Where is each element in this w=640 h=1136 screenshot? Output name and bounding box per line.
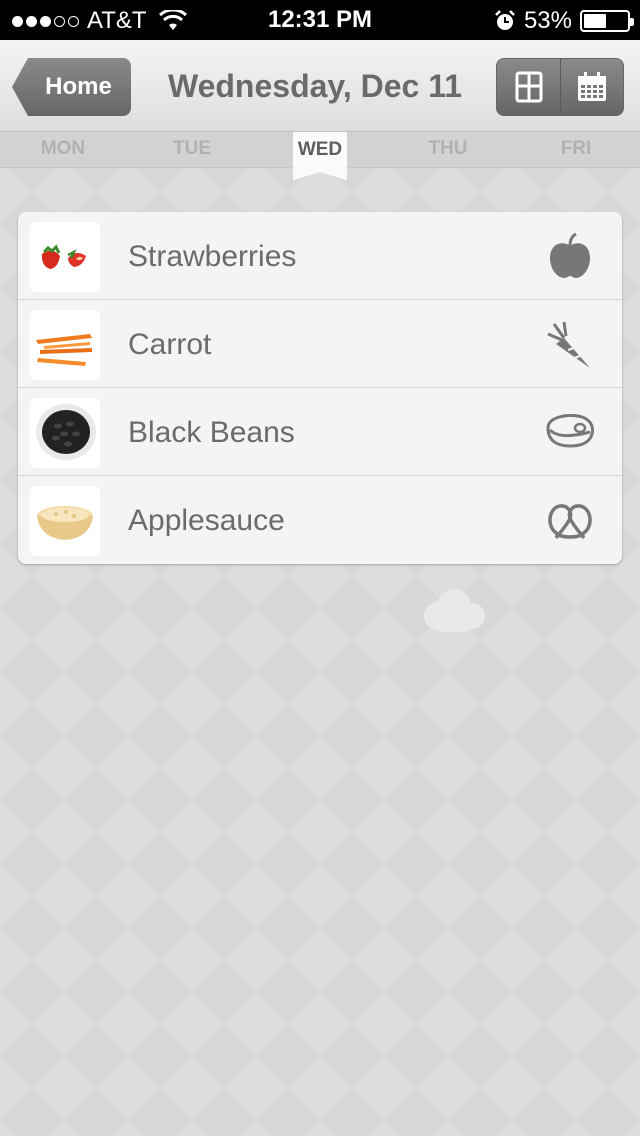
pretzel-icon — [544, 494, 596, 546]
carrot-image — [30, 310, 100, 380]
battery-percentage: 53% — [523, 7, 572, 34]
calendar-icon — [578, 72, 606, 101]
cloud-icon — [424, 589, 485, 632]
food-name: Black Beans — [128, 416, 295, 449]
home-back-button[interactable]: Home — [12, 58, 131, 116]
meat-icon — [544, 406, 596, 458]
tab-thu[interactable]: THU — [403, 138, 493, 160]
applesauce-image — [30, 486, 100, 556]
view-toggle — [496, 58, 624, 116]
day-tabs: MON TUE WED THU FRI — [0, 132, 640, 180]
alarm-icon — [495, 10, 515, 30]
food-row-carrot[interactable]: Carrot — [18, 300, 622, 388]
food-row-applesauce[interactable]: Applesauce — [18, 476, 622, 564]
status-bar: AT&T 12:31 PM 53% — [0, 0, 640, 40]
carrot-icon — [544, 318, 596, 370]
food-name: Carrot — [128, 328, 212, 361]
food-name: Applesauce — [128, 504, 285, 537]
food-row-black-beans[interactable]: Black Beans — [18, 388, 622, 476]
battery-icon — [580, 10, 634, 32]
calendar-view-button[interactable] — [560, 59, 623, 115]
navigation-bar: Home Wednesday, Dec 11 — [0, 40, 640, 132]
black-beans-image — [30, 398, 100, 468]
tab-fri[interactable]: FRI — [531, 138, 621, 160]
strawberries-image — [30, 222, 100, 292]
tab-tue[interactable]: TUE — [147, 138, 237, 160]
apple-icon — [544, 230, 596, 282]
grid-view-icon — [515, 71, 542, 103]
tab-mon[interactable]: MON — [18, 138, 108, 160]
grid-view-button[interactable] — [497, 59, 560, 115]
food-row-strawberries[interactable]: Strawberries — [18, 212, 622, 300]
food-list: Strawberries Carrot Black Beans Applesau… — [18, 212, 622, 564]
page-title: Wednesday, Dec 11 — [167, 68, 463, 104]
food-name: Strawberries — [128, 240, 297, 273]
tab-wed[interactable]: WED — [293, 132, 347, 180]
